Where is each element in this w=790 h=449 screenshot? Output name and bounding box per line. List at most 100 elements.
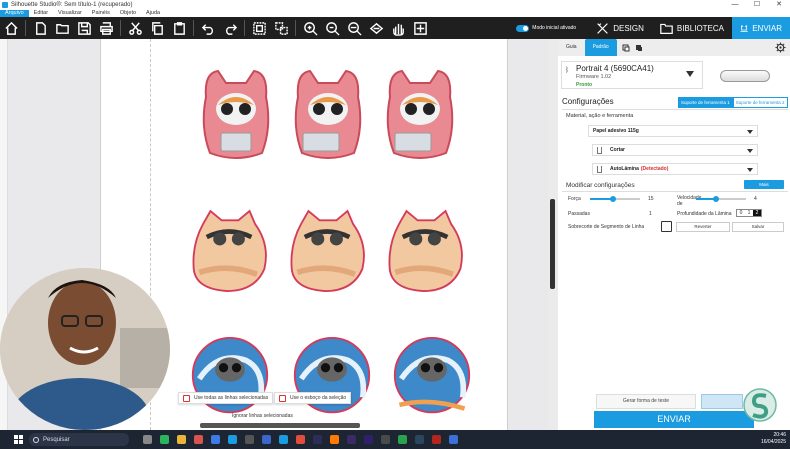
redo-button[interactable] xyxy=(219,17,241,39)
menu-view[interactable]: Visualizar xyxy=(53,10,87,17)
popup-use-outline[interactable]: Use o esboço da seleção xyxy=(274,392,352,404)
ungroup-button[interactable] xyxy=(270,17,292,39)
photoshop-icon[interactable] xyxy=(313,435,322,444)
menu-panels[interactable]: Painéis xyxy=(87,10,115,17)
speed-slider[interactable] xyxy=(696,196,746,202)
home-button[interactable] xyxy=(0,17,22,39)
generate-test-button[interactable]: Gerar forma de teste xyxy=(596,394,696,409)
fill-layers-icon[interactable] xyxy=(635,44,643,52)
pan-button[interactable] xyxy=(387,17,409,39)
action-select[interactable]: Cortar xyxy=(592,144,758,156)
edge-icon[interactable] xyxy=(211,435,220,444)
app-icon[interactable] xyxy=(279,435,288,444)
revert-button[interactable]: Reverter xyxy=(676,222,730,232)
app-icon[interactable] xyxy=(296,435,305,444)
depth-cell-0[interactable]: 0 xyxy=(737,210,745,216)
toolbar-divider xyxy=(295,20,296,36)
redo-icon xyxy=(225,23,237,35)
sticker-fluffy-cat-3[interactable] xyxy=(386,204,466,299)
app-icon[interactable] xyxy=(194,435,203,444)
depth-cell-1[interactable]: 1 xyxy=(745,210,753,216)
tool-select[interactable]: AutoLâmina (Detectado) xyxy=(592,163,758,175)
open-button[interactable] xyxy=(51,17,73,39)
menu-bar: Arquivo Editar Visualizar Painéis Objeto… xyxy=(0,10,790,17)
paste-button[interactable] xyxy=(168,17,190,39)
tab-tool-holder-1[interactable]: Suporte de ferramenta 1 xyxy=(678,97,733,108)
test-cut-button[interactable] xyxy=(701,394,743,409)
paste-icon xyxy=(173,21,185,35)
blade-depth-stepper[interactable]: 0 1 2 xyxy=(736,209,762,217)
save-settings-button[interactable]: Salvar xyxy=(732,222,784,232)
zoom-in-button[interactable] xyxy=(299,17,321,39)
steam-icon[interactable] xyxy=(415,435,424,444)
sticker-hooded-cat-1[interactable] xyxy=(196,67,276,162)
app-icon[interactable] xyxy=(245,435,254,444)
popup-ignore-lines[interactable]: Ignorar linhas selecionadas xyxy=(228,410,297,422)
maximize-button[interactable]: ☐ xyxy=(746,0,768,10)
device-selector[interactable]: ᛒ Portrait 4 (5690CA41) Firmware 1.02 Pr… xyxy=(561,61,703,89)
overcut-checkbox[interactable] xyxy=(661,221,672,232)
system-tray[interactable]: 20:46 16/04/2025 xyxy=(761,432,786,446)
cut-button[interactable] xyxy=(124,17,146,39)
sticker-fluffy-cat-1[interactable] xyxy=(190,204,270,299)
undo-button[interactable] xyxy=(197,17,219,39)
sticker-fluffy-cat-2[interactable] xyxy=(288,204,368,299)
force-value: 15 xyxy=(648,196,654,202)
menu-object[interactable]: Objeto xyxy=(115,10,141,17)
close-button[interactable]: ✕ xyxy=(768,0,790,10)
sticker-hooded-cat-3[interactable] xyxy=(380,67,460,162)
popup-use-all-lines[interactable]: Use todas as linhas selecionadas xyxy=(178,392,274,404)
gear-icon[interactable] xyxy=(775,42,786,53)
folder-app-icon[interactable] xyxy=(177,435,186,444)
silhouette-taskbar-icon[interactable] xyxy=(228,435,237,444)
whatsapp-icon[interactable] xyxy=(398,435,407,444)
tab-tool-holder-2[interactable]: Suporte de ferramenta 2 xyxy=(732,97,788,108)
media-encoder-icon[interactable] xyxy=(364,435,373,444)
window-controls: — ☐ ✕ xyxy=(724,0,790,10)
modify-settings-title: Modificar configurações xyxy=(566,182,635,189)
copy-button[interactable] xyxy=(146,17,168,39)
minimize-button[interactable]: — xyxy=(724,0,746,10)
speed-slider-knob[interactable] xyxy=(713,196,719,202)
group-button[interactable] xyxy=(248,17,270,39)
fit-page-button[interactable] xyxy=(365,17,387,39)
new-button[interactable] xyxy=(29,17,51,39)
vertical-scroll-thumb[interactable] xyxy=(550,199,555,289)
vertical-scrollbar[interactable] xyxy=(548,39,558,430)
menu-help[interactable]: Ajuda xyxy=(141,10,165,17)
library-tab[interactable]: BIBLIOTECA xyxy=(652,17,732,39)
save-button[interactable] xyxy=(73,17,95,39)
sticker-surf-cat-2[interactable] xyxy=(292,329,372,424)
send-tab[interactable]: ENVIAR xyxy=(732,17,790,39)
app-icon[interactable] xyxy=(160,435,169,444)
move-button[interactable] xyxy=(409,17,431,39)
design-tab[interactable]: DESIGN xyxy=(588,17,652,39)
material-select[interactable]: Papel adesivo 115g xyxy=(588,125,758,137)
zoom-fit-button[interactable] xyxy=(343,17,365,39)
print-button[interactable] xyxy=(95,17,117,39)
tab-guide[interactable]: Guia xyxy=(558,39,585,56)
horizontal-scrollbar[interactable] xyxy=(200,423,360,428)
illustrator-icon[interactable] xyxy=(330,435,339,444)
menu-file[interactable]: Arquivo xyxy=(0,10,29,17)
zoom-out-button[interactable] xyxy=(321,17,343,39)
app-icon[interactable] xyxy=(262,435,271,444)
send-button[interactable]: ENVIAR xyxy=(594,411,754,428)
tab-standard[interactable]: Padrão xyxy=(584,39,617,56)
app-icon[interactable] xyxy=(381,435,390,444)
app-icon[interactable] xyxy=(432,435,441,444)
menu-edit[interactable]: Editar xyxy=(29,10,53,17)
taskview-icon[interactable] xyxy=(143,435,152,444)
start-mode-toggle[interactable] xyxy=(516,24,530,32)
app-icon[interactable] xyxy=(449,435,458,444)
depth-cell-2[interactable]: 2 xyxy=(753,210,761,216)
force-slider-knob[interactable] xyxy=(609,196,616,202)
sticker-surf-cat-3[interactable] xyxy=(392,329,472,424)
sticker-hooded-cat-2[interactable] xyxy=(288,67,368,162)
windows-start-icon[interactable] xyxy=(14,435,23,444)
premiere-icon[interactable] xyxy=(347,435,356,444)
taskbar-search[interactable]: Pesquisar xyxy=(29,433,129,446)
copy-layers-icon[interactable] xyxy=(622,44,630,52)
more-button[interactable]: Mais xyxy=(744,180,784,189)
force-slider[interactable] xyxy=(590,196,640,202)
